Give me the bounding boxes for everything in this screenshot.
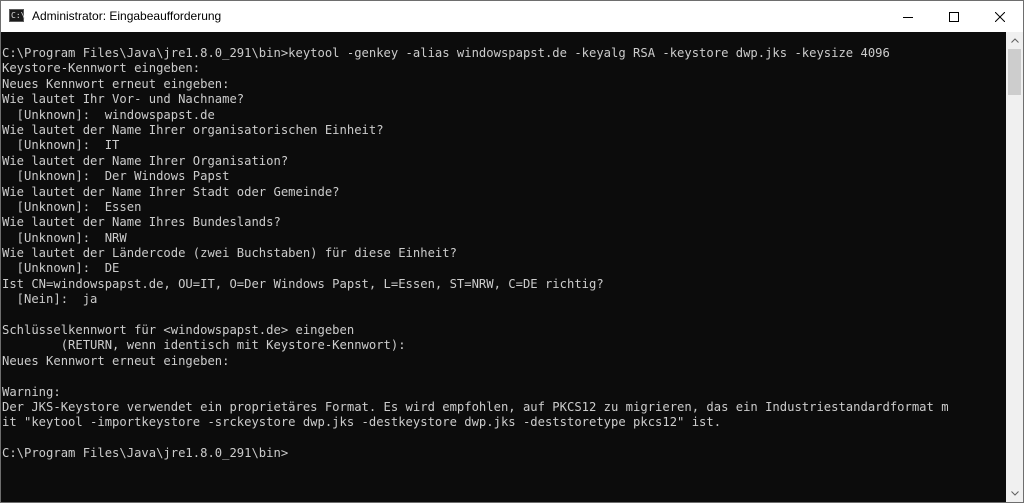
console-line: Neues Kennwort erneut eingeben: — [2, 353, 230, 368]
cmd-window: C:\ Administrator: Eingabeaufforderung C… — [0, 0, 1024, 503]
console-line: Keystore-Kennwort eingeben: — [2, 61, 201, 76]
console-line: [Unknown]: IT — [2, 138, 120, 153]
console-line: [Unknown]: DE — [2, 261, 120, 276]
console-output[interactable]: C:\Program Files\Java\jre1.8.0_291\bin>k… — [1, 32, 1006, 502]
console-line: it "keytool -importkeystore -srckeystore… — [2, 415, 722, 430]
console-line: (RETURN, wenn identisch mit Keystore-Ken… — [2, 338, 406, 353]
scroll-up-button[interactable] — [1006, 32, 1023, 49]
console-line: Wie lautet der Name Ihres Bundeslands? — [2, 215, 281, 230]
minimize-icon — [903, 16, 913, 18]
console-line: [Unknown]: Essen — [2, 199, 142, 214]
console-line: Schlüsselkennwort für <windowspapst.de> … — [2, 323, 355, 338]
console-line: C:\Program Files\Java\jre1.8.0_291\bin> — [2, 446, 289, 461]
chevron-up-icon — [1010, 38, 1019, 43]
close-icon — [995, 11, 1005, 22]
close-button[interactable] — [977, 1, 1023, 32]
console-text: C:\Program Files\Java\jre1.8.0_291\bin>k… — [2, 46, 949, 462]
scrollbar-thumb[interactable] — [1008, 49, 1021, 95]
console-line: Warning: — [2, 384, 61, 399]
scroll-down-button[interactable] — [1006, 485, 1023, 502]
chevron-down-icon — [1010, 491, 1019, 496]
console-line: [Unknown]: windowspapst.de — [2, 107, 215, 122]
console-line: C:\Program Files\Java\jre1.8.0_291\bin>k… — [2, 46, 890, 60]
console-line: Wie lautet Ihr Vor- und Nachname? — [2, 92, 245, 107]
maximize-icon — [949, 11, 959, 22]
console-line: Wie lautet der Name Ihrer organisatorisc… — [2, 122, 384, 137]
minimize-button[interactable] — [885, 1, 931, 32]
console-line: Ist CN=windowspapst.de, OU=IT, O=Der Win… — [2, 276, 604, 291]
console-line: [Unknown]: NRW — [2, 230, 127, 245]
console-line: Der JKS-Keystore verwendet ein proprietä… — [2, 399, 949, 414]
console-line: [Unknown]: Der Windows Papst — [2, 169, 230, 184]
console-line: Wie lautet der Name Ihrer Stadt oder Gem… — [2, 184, 340, 199]
console-line: Wie lautet der Ländercode (zwei Buchstab… — [2, 246, 457, 261]
window-title: Administrator: Eingabeaufforderung — [32, 9, 222, 23]
console-line: [Nein]: ja — [2, 292, 98, 307]
vertical-scrollbar[interactable] — [1006, 32, 1023, 502]
title-bar[interactable]: C:\ Administrator: Eingabeaufforderung — [1, 1, 1023, 32]
console-line: Wie lautet der Name Ihrer Organisation? — [2, 153, 289, 168]
maximize-button[interactable] — [931, 1, 977, 32]
cmd-icon[interactable]: C:\ — [9, 9, 25, 22]
console-line: Neues Kennwort erneut eingeben: — [2, 76, 230, 91]
